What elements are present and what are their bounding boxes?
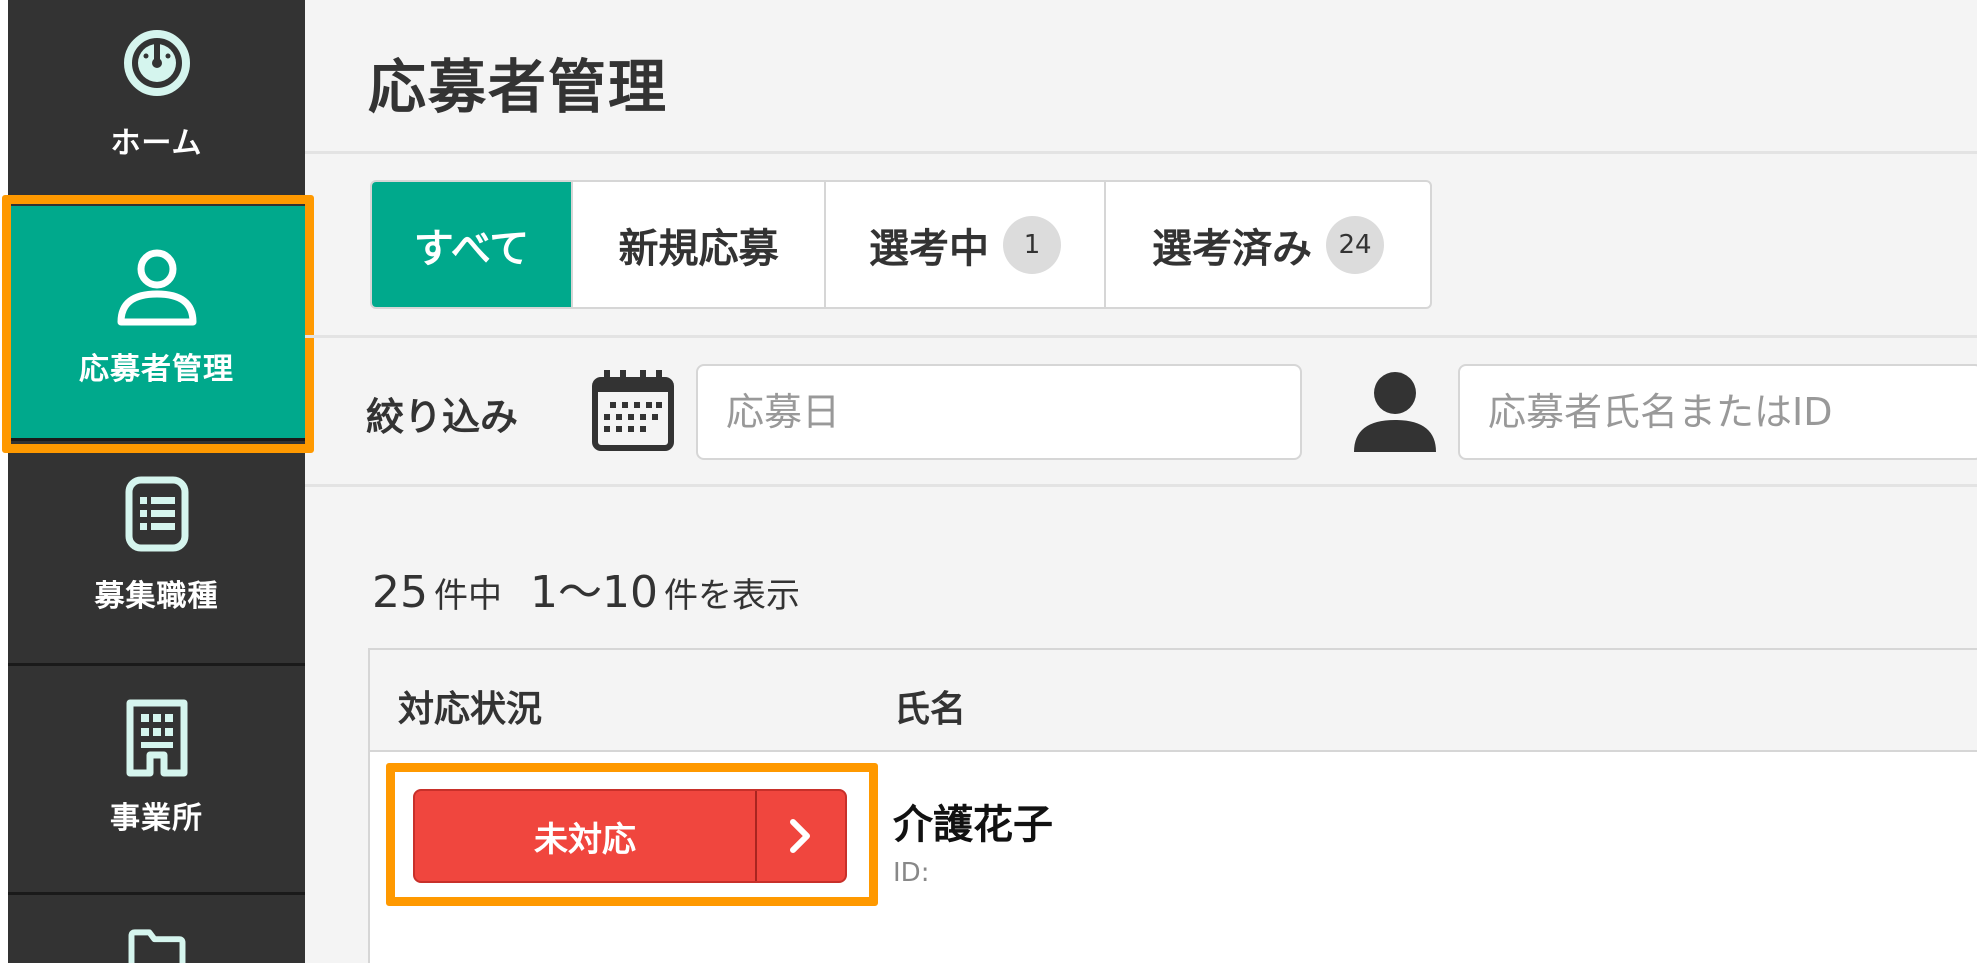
sidebar-item-folder[interactable] xyxy=(8,896,305,963)
tab-all[interactable]: すべて xyxy=(372,182,573,307)
header-divider xyxy=(305,151,1977,154)
tabs-divider xyxy=(305,335,1977,338)
results-count: 25 件中 1〜10 件を表示 xyxy=(372,556,800,620)
folder-icon xyxy=(128,929,185,963)
sidebar-item-applicants[interactable]: 応募者管理 xyxy=(8,206,305,438)
sidebar-item-label: 事業所 xyxy=(110,801,203,836)
tab-label: 選考中 xyxy=(869,225,989,272)
results-range-unit: 件を表示 xyxy=(663,576,800,616)
filter-divider xyxy=(305,484,1977,487)
page-title: 応募者管理 xyxy=(368,53,669,121)
sidebar-item-job-types[interactable]: 募集職種 xyxy=(8,450,305,663)
tab-selection-done[interactable]: 選考済み 24 xyxy=(1106,182,1430,307)
applicant-name[interactable]: 介護花子 xyxy=(893,792,1053,850)
count-badge: 24 xyxy=(1326,215,1384,274)
sidebar-divider xyxy=(8,663,305,666)
sidebar-item-label: ホーム xyxy=(110,126,203,161)
status-tabs: すべて 新規応募 選考中 1 選考済み 24 xyxy=(370,180,1432,309)
sidebar-divider xyxy=(8,195,305,198)
sidebar-item-label: 募集職種 xyxy=(94,579,219,614)
sidebar: ホーム 応募者管理 募集職種 事業所 xyxy=(8,0,305,963)
building-icon xyxy=(126,699,187,777)
chevron-right-icon xyxy=(790,819,810,853)
sidebar-divider xyxy=(8,892,305,895)
application-date-input[interactable] xyxy=(696,364,1302,460)
tab-in-selection[interactable]: 選考中 1 xyxy=(826,182,1106,307)
results-total: 25 xyxy=(372,567,428,618)
applicant-id: ID: xyxy=(893,858,930,888)
results-range: 1〜10 xyxy=(530,567,658,618)
sidebar-item-home[interactable]: ホーム xyxy=(8,0,305,195)
status-label: 未対応 xyxy=(534,819,636,860)
status-button[interactable]: 未対応 xyxy=(413,789,847,883)
status-button-arrow[interactable] xyxy=(757,791,845,881)
column-header-status: 対応状況 xyxy=(398,689,543,730)
sidebar-divider xyxy=(8,438,305,441)
sidebar-item-label: 応募者管理 xyxy=(79,352,234,387)
calendar-icon[interactable] xyxy=(590,368,676,454)
filter-label: 絞り込み xyxy=(366,395,519,439)
tab-label: すべて xyxy=(413,225,530,272)
sidebar-item-offices[interactable]: 事業所 xyxy=(8,667,305,892)
left-edge-strip xyxy=(0,0,8,963)
count-badge: 1 xyxy=(1003,215,1061,274)
tab-label: 選考済み xyxy=(1152,225,1312,272)
tab-new-applications[interactable]: 新規応募 xyxy=(573,182,826,307)
list-icon xyxy=(125,476,188,552)
dashboard-gauge-icon xyxy=(123,30,190,96)
results-total-unit: 件中 xyxy=(434,576,502,616)
user-icon xyxy=(117,249,196,326)
column-header-name: 氏名 xyxy=(894,689,967,730)
tab-label: 新規応募 xyxy=(618,225,779,272)
table-header: 対応状況 氏名 xyxy=(370,650,1977,752)
person-icon xyxy=(1354,372,1436,452)
applicant-name-or-id-input[interactable] xyxy=(1458,364,1977,460)
